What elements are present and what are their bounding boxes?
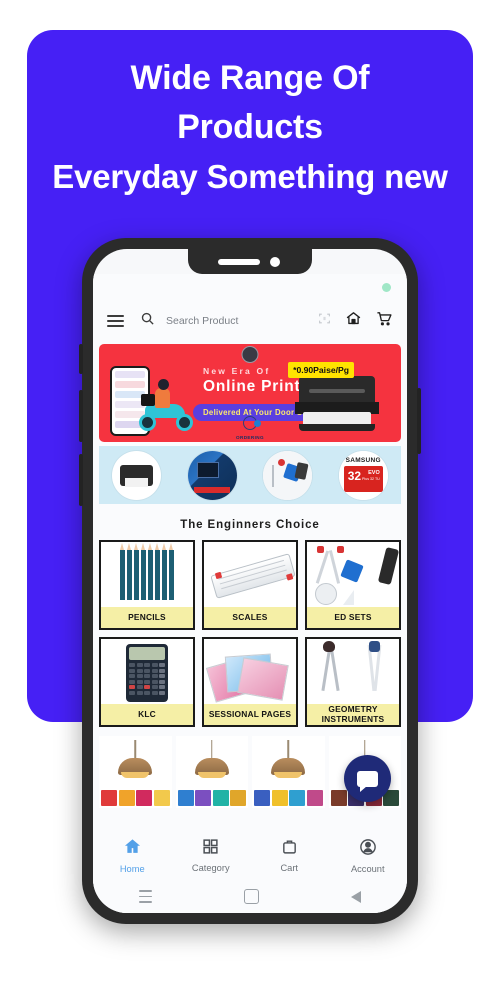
product-label: PENCILS	[101, 607, 193, 628]
category-strip: SAMSUNG 32 EVO Plus 32 TU	[99, 446, 401, 504]
category-item-instruments[interactable]	[263, 450, 313, 500]
phone-notch	[188, 249, 312, 274]
nav-item-account[interactable]: Account	[329, 838, 408, 874]
printer-icon	[120, 464, 154, 487]
samsung-brand-text: SAMSUNG	[345, 456, 381, 464]
phone-mute-switch	[79, 344, 83, 374]
ed-sets-image	[307, 542, 399, 609]
system-navigation-bar	[93, 880, 407, 913]
chat-fab-button[interactable]	[344, 755, 391, 802]
promo-banner[interactable]: New Era Of Online Printing Delivered At …	[99, 344, 401, 442]
back-button[interactable]	[351, 890, 361, 903]
computer-icon	[187, 450, 237, 500]
product-grid: PENCILS SCALES ED SETS KLC SESSIONAL PAG…	[99, 540, 401, 727]
hamburger-icon[interactable]	[107, 315, 124, 327]
banner-price-badge: *0.90Paise/Pg	[288, 362, 354, 378]
lamp-product-2[interactable]	[175, 736, 248, 808]
product-card-klc[interactable]: KLC	[99, 637, 195, 727]
banner-printer-illustration	[295, 376, 379, 432]
home-button[interactable]	[244, 889, 259, 904]
nav-label: Account	[350, 863, 385, 874]
category-item-printer[interactable]	[112, 450, 162, 500]
cart-icon[interactable]	[376, 310, 393, 332]
product-label: GEOMETRY INSTRUMENTS	[307, 704, 399, 725]
product-label: ED SETS	[307, 607, 399, 628]
memory-sub-text: Plus 32 TU	[362, 476, 380, 481]
memory-capacity-text: 32	[347, 468, 362, 483]
banner-scooter-illustration	[135, 379, 197, 434]
banner-avatar-badge	[241, 346, 259, 363]
pencils-image	[101, 542, 193, 609]
geometry-instruments-image	[307, 639, 399, 706]
nav-item-category[interactable]: Category	[172, 838, 251, 873]
product-card-scales[interactable]: SCALES	[202, 540, 298, 630]
product-card-sessional-pages[interactable]: SESSIONAL PAGES	[202, 637, 298, 727]
sessional-pages-image	[204, 639, 296, 706]
lamp-product-1[interactable]	[99, 736, 172, 808]
ordering-logo-text: ORDERING	[236, 435, 264, 440]
recents-button[interactable]	[139, 890, 152, 903]
phone-volume-up-button	[79, 390, 83, 442]
bottom-navigation: Home Category Cart Account	[93, 831, 407, 880]
app-top-bar: Search Product	[93, 302, 407, 340]
product-card-geometry-instruments[interactable]: GEOMETRY INSTRUMENTS	[305, 637, 401, 727]
memory-card-icon: SAMSUNG 32 EVO Plus 32 TU	[338, 450, 388, 500]
front-camera	[270, 257, 280, 267]
scales-image	[204, 542, 296, 609]
lamp-product-3[interactable]	[252, 736, 325, 808]
promo-headline: Wide Range Of Products Everyday Somethin…	[27, 54, 473, 201]
ordering-logo: ORDERING	[236, 416, 264, 440]
chat-bubble-icon	[357, 770, 378, 792]
home-icon[interactable]	[345, 310, 362, 332]
nav-label: Cart	[280, 863, 299, 873]
nav-label: Category	[191, 863, 230, 873]
product-label: KLC	[101, 704, 193, 725]
section-title: The Enginners Choice	[180, 519, 320, 531]
ordering-logo-mark	[243, 416, 261, 430]
banner-eyebrow: New Era Of	[203, 366, 271, 376]
app-screen: Search Product New Era Of Online Printin…	[93, 274, 407, 913]
product-card-pencils[interactable]: PENCILS	[99, 540, 195, 630]
nav-item-home[interactable]: Home	[93, 837, 172, 874]
instruments-icon	[263, 450, 313, 500]
barcode-scan-icon[interactable]	[318, 312, 331, 330]
search-input[interactable]: Search Product	[166, 315, 318, 327]
calculator-image	[101, 639, 193, 706]
nav-item-cart[interactable]: Cart	[250, 838, 329, 873]
product-label: SCALES	[204, 607, 296, 628]
category-item-computer[interactable]	[187, 450, 237, 500]
phone-mockup: Search Product New Era Of Online Printin…	[79, 238, 421, 924]
product-card-ed-sets[interactable]: ED SETS	[305, 540, 401, 630]
promo-line-2: Products	[177, 108, 323, 146]
category-item-memory-card[interactable]: SAMSUNG 32 EVO Plus 32 TU	[338, 450, 388, 500]
nav-label: Home	[119, 864, 145, 874]
phone-power-button	[417, 388, 421, 454]
promo-line-3: Everyday Something new	[52, 158, 448, 195]
phone-screen: Search Product New Era Of Online Printin…	[93, 249, 407, 913]
search-icon[interactable]	[140, 311, 155, 331]
phone-volume-down-button	[79, 454, 83, 506]
product-label: SESSIONAL PAGES	[204, 704, 296, 725]
earpiece-speaker	[218, 259, 260, 265]
online-indicator	[382, 283, 391, 292]
memory-series-text: EVO	[368, 469, 380, 476]
promo-line-1: Wide Range Of	[130, 59, 370, 97]
